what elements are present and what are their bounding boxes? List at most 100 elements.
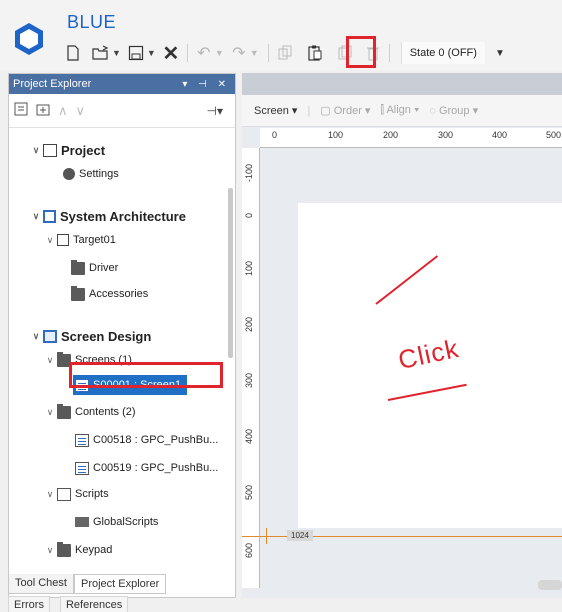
panel-controls[interactable]: ▾ ⊣ ✕ [182,79,230,90]
project-file-icon [43,143,57,157]
app-window: BLUE ▼ ▼ ✕ ↶ ▼ ↷ ▼ State 0 (OFF) ▼ Proje… [0,0,562,612]
guide-value-label: 1024 [287,530,313,541]
ruler-x-label: 300 [438,130,454,140]
delete-icon[interactable]: ✕ [160,40,182,66]
vertical-ruler: -100 0 100 200 300 400 500 600 [242,148,260,588]
move-up-icon[interactable]: ∧ [58,103,68,119]
screen1-highlight-box [69,362,223,388]
chevron-down-icon[interactable]: ∨ [29,145,43,156]
save-icon[interactable] [125,40,147,66]
main-toolbar: ▼ ▼ ✕ ↶ ▼ ↷ ▼ State 0 (OFF) ▼ [62,38,505,68]
ruler-y-label: 500 [244,484,254,500]
tab-project-explorer[interactable]: Project Explorer [73,574,167,594]
order-menu[interactable]: ▢ Order ▾ [320,104,370,117]
align-menu[interactable]: ⫿ Align ▾ [380,104,419,117]
output-tabs: Errors References [8,596,129,612]
screen-menu[interactable]: Screen ▾ [254,104,297,117]
script-icon [57,487,71,501]
title-toolbar-area: BLUE ▼ ▼ ✕ ↶ ▼ ↷ ▼ State 0 (OFF) ▼ [0,0,562,70]
panel-title: Project Explorer [13,78,92,90]
tab-errors[interactable]: Errors [8,596,50,612]
pin-icon[interactable]: ⊣▾ [207,104,223,118]
annotation-underline [387,383,467,401]
ruler-x-label: 400 [492,130,508,140]
tree-node-content-c00519[interactable]: C00519 : GPC_PushBu... [75,458,218,478]
add-folder-icon[interactable] [36,102,50,119]
chevron-down-icon[interactable]: ∨ [29,211,43,222]
tree-node-keypad[interactable]: ∨ Keypad [43,540,112,560]
undo-dropdown-chevron-icon[interactable]: ▼ [215,48,224,58]
tree-node-contents[interactable]: ∨ Contents (2) [43,402,136,422]
folder-icon [71,259,85,275]
tree-node-content-c00518[interactable]: C00518 : GPC_PushBu... [75,430,218,450]
chevron-down-icon[interactable]: ∨ [43,545,57,556]
chevron-down-icon[interactable]: ∨ [43,407,57,418]
toolbar-separator: | [307,104,311,117]
paste-icon[interactable] [304,40,326,66]
app-title: BLUE [67,12,117,32]
paste-highlight-box [346,36,376,68]
redo-icon[interactable]: ↷ [228,40,250,66]
project-tree: ∨ Project Settings ∨ System Architecture… [9,128,235,598]
ruler-x-label: 200 [383,130,399,140]
ruler-y-label: 600 [244,542,254,558]
chevron-down-icon[interactable]: ∨ [43,235,57,246]
panel-toolbar: ∧ ∨ ⊣▾ [9,94,235,128]
ruler-x-label: 100 [328,130,344,140]
screen-design-icon [43,329,57,343]
panel-tabs: Tool Chest Project Explorer [8,574,167,594]
content-page-icon [75,433,89,447]
tree-node-global-scripts[interactable]: GlobalScripts [75,512,158,532]
tree-node-screen-design[interactable]: ∨ Screen Design [29,326,152,346]
screen-editor: Screen ▾ | ▢ Order ▾ ⫿ Align ▾ ◌ Group ▾… [242,73,562,598]
state-dropdown-chevron-icon[interactable]: ▼ [495,48,505,59]
tree-node-system-architecture[interactable]: ∨ System Architecture [29,206,186,226]
open-dropdown-chevron-icon[interactable]: ▼ [112,48,121,58]
network-icon [43,209,56,223]
content-page-icon [75,461,89,475]
ruler-y-label: 0 [244,212,254,218]
group-menu[interactable]: ◌ Group ▾ [429,104,478,117]
tree-node-project[interactable]: ∨ Project [29,140,105,160]
copy-icon[interactable] [274,40,296,66]
screen-canvas[interactable]: Click [298,203,562,528]
state-selector[interactable]: State 0 (OFF) [400,42,485,64]
tree-node-scripts[interactable]: ∨ Scripts [43,484,109,504]
tree-node-target01[interactable]: ∨ Target01 [43,230,116,250]
tree-node-driver[interactable]: Driver [71,258,118,278]
redo-dropdown-chevron-icon[interactable]: ▼ [250,48,259,58]
toolbar-separator [388,44,390,62]
folder-icon [57,541,71,557]
tree-node-settings[interactable]: Settings [63,164,119,184]
chevron-down-icon[interactable]: ∨ [43,489,57,500]
ruler-y-label: 300 [244,372,254,388]
move-down-icon[interactable]: ∨ [76,103,86,119]
folder-icon [71,285,85,301]
ruler-y-label: 200 [244,316,254,332]
annotation-line [375,255,439,305]
undo-icon[interactable]: ↶ [193,40,215,66]
state-label: State 0 (OFF) [409,47,477,59]
add-item-icon[interactable] [14,102,28,119]
new-file-icon[interactable] [62,40,84,66]
open-file-icon[interactable] [90,40,112,66]
horizontal-scrollbar[interactable] [538,580,562,590]
tree-scrollbar[interactable] [228,188,233,358]
canvas-area[interactable]: Click [260,148,562,588]
click-annotation: Click [395,332,462,376]
tab-tool-chest[interactable]: Tool Chest [8,574,74,594]
horizontal-ruler: 0 100 200 300 400 500 [260,128,562,148]
toolbar-separator [186,44,188,62]
ruler-y-label: -100 [244,163,254,182]
panel-header: Project Explorer ▾ ⊣ ✕ [9,74,235,94]
save-dropdown-chevron-icon[interactable]: ▼ [147,48,156,58]
chevron-down-icon[interactable]: ∨ [29,331,43,342]
folder-icon [57,403,71,419]
tab-references[interactable]: References [59,596,129,612]
chevron-down-icon[interactable]: ∨ [43,355,57,366]
device-icon [57,234,69,246]
tree-node-accessories[interactable]: Accessories [71,284,148,304]
editor-toolbar: Screen ▾ | ▢ Order ▾ ⫿ Align ▾ ◌ Group ▾ [242,95,562,127]
global-script-icon [75,517,89,527]
editor-tab-strip [242,73,562,95]
